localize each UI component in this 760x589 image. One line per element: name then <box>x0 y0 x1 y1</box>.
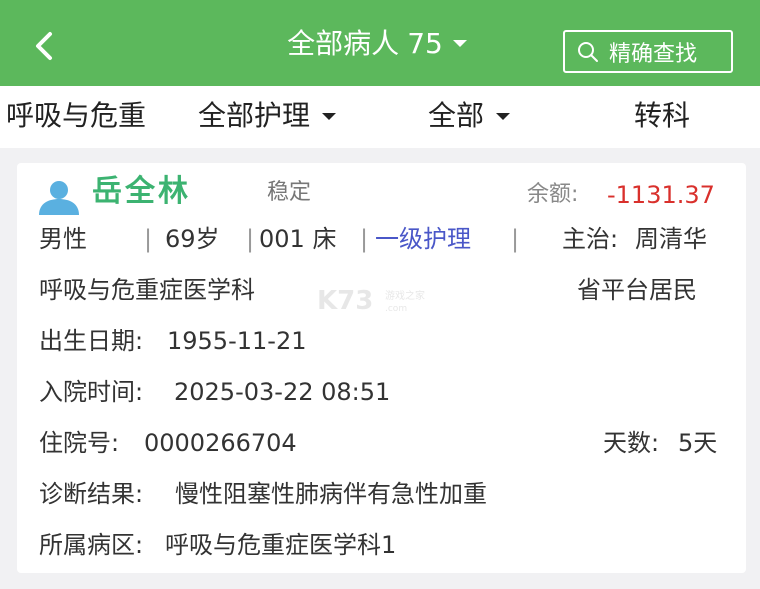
ward-row: 所属病区: 呼吸与危重症医学科1 <box>17 527 746 563</box>
chevron-down-icon <box>452 39 467 47</box>
bed-number: 001 床 <box>259 225 337 253</box>
patient-scope-dropdown[interactable]: 全部病人 75 <box>287 24 467 64</box>
doctor-name: 周清华 <box>635 225 707 253</box>
gender: 男性 <box>39 225 87 253</box>
birth-date: 1955-11-21 <box>167 327 307 355</box>
birth-date-row: 出生日期: 1955-11-21 <box>17 323 746 359</box>
separator: | <box>246 225 255 253</box>
scope-filter-dropdown[interactable]: 全部 <box>428 96 511 136</box>
patient-card-header: 岳全林 稳定 余额: -1131.37 <box>17 171 746 215</box>
stay-days-label: 天数: <box>603 429 660 457</box>
department-filter-label: 呼吸与危重 <box>6 99 147 132</box>
admission-time: 2025-03-22 08:51 <box>174 378 391 406</box>
nursing-filter-dropdown[interactable]: 全部护理 <box>198 96 337 136</box>
department-filter[interactable]: 呼吸与危重 <box>6 96 146 136</box>
doctor-label: 主治: <box>562 225 619 253</box>
svg-text:游戏之家: 游戏之家 <box>385 289 425 302</box>
stay-days: 5天 <box>678 429 718 457</box>
patient-count: 75 <box>407 27 443 60</box>
patient-card[interactable]: 岳全林 稳定 余额: -1131.37 男性 | 69岁 | 001 床 | 一… <box>17 163 746 573</box>
separator: | <box>360 225 369 253</box>
nursing-filter-label: 全部护理 <box>198 99 311 132</box>
nursing-level: 一级护理 <box>375 225 471 253</box>
separator: | <box>144 225 153 253</box>
back-button[interactable] <box>26 28 62 64</box>
ward: 呼吸与危重症医学科1 <box>165 531 397 559</box>
ward-label: 所属病区: <box>39 531 144 559</box>
patient-status: 稳定 <box>267 180 312 205</box>
diagnosis: 慢性阻塞性肺病伴有急性加重 <box>175 480 487 508</box>
diagnosis-label: 诊断结果: <box>39 480 144 508</box>
search-label: 精确查找 <box>609 41 698 67</box>
app-header: 全部病人 75 精确查找 <box>0 0 760 86</box>
balance-value: -1131.37 <box>607 181 715 209</box>
admission-row: 入院时间: 2025-03-22 08:51 <box>17 374 746 410</box>
chevron-down-icon <box>496 112 511 120</box>
age: 69岁 <box>165 225 220 253</box>
header-title: 全部病人 <box>287 27 400 60</box>
svg-text:K73: K73 <box>317 286 373 316</box>
watermark-logo: K73 游戏之家 .com <box>317 283 447 321</box>
separator: | <box>511 225 520 253</box>
transfer-label: 转科 <box>634 99 691 132</box>
insurance-type: 省平台居民 <box>577 276 697 304</box>
balance-label: 余额: <box>527 182 579 207</box>
exact-search-button[interactable]: 精确查找 <box>563 30 733 73</box>
filter-bar: 呼吸与危重 全部护理 全部 转科 <box>0 86 760 148</box>
inpatient-number-label: 住院号: <box>39 429 120 457</box>
inpatient-number: 0000266704 <box>144 429 297 457</box>
chevron-down-icon <box>322 112 337 120</box>
patient-name: 岳全林 <box>92 174 191 209</box>
admission-label: 入院时间: <box>39 378 144 406</box>
back-arrow-icon <box>36 32 52 60</box>
person-icon <box>39 181 79 215</box>
svg-text:.com: .com <box>385 304 407 314</box>
inpatient-row: 住院号: 0000266704 天数: 5天 <box>17 425 746 461</box>
birth-date-label: 出生日期: <box>39 327 144 355</box>
diagnosis-row: 诊断结果: 慢性阻塞性肺病伴有急性加重 <box>17 476 746 512</box>
department: 呼吸与危重症医学科 <box>39 276 255 304</box>
scope-filter-label: 全部 <box>428 99 485 132</box>
transfer-button[interactable]: 转科 <box>634 96 690 136</box>
patient-basic-info: 男性 | 69岁 | 001 床 | 一级护理 | 主治: 周清华 <box>17 221 746 257</box>
search-icon <box>578 41 598 62</box>
